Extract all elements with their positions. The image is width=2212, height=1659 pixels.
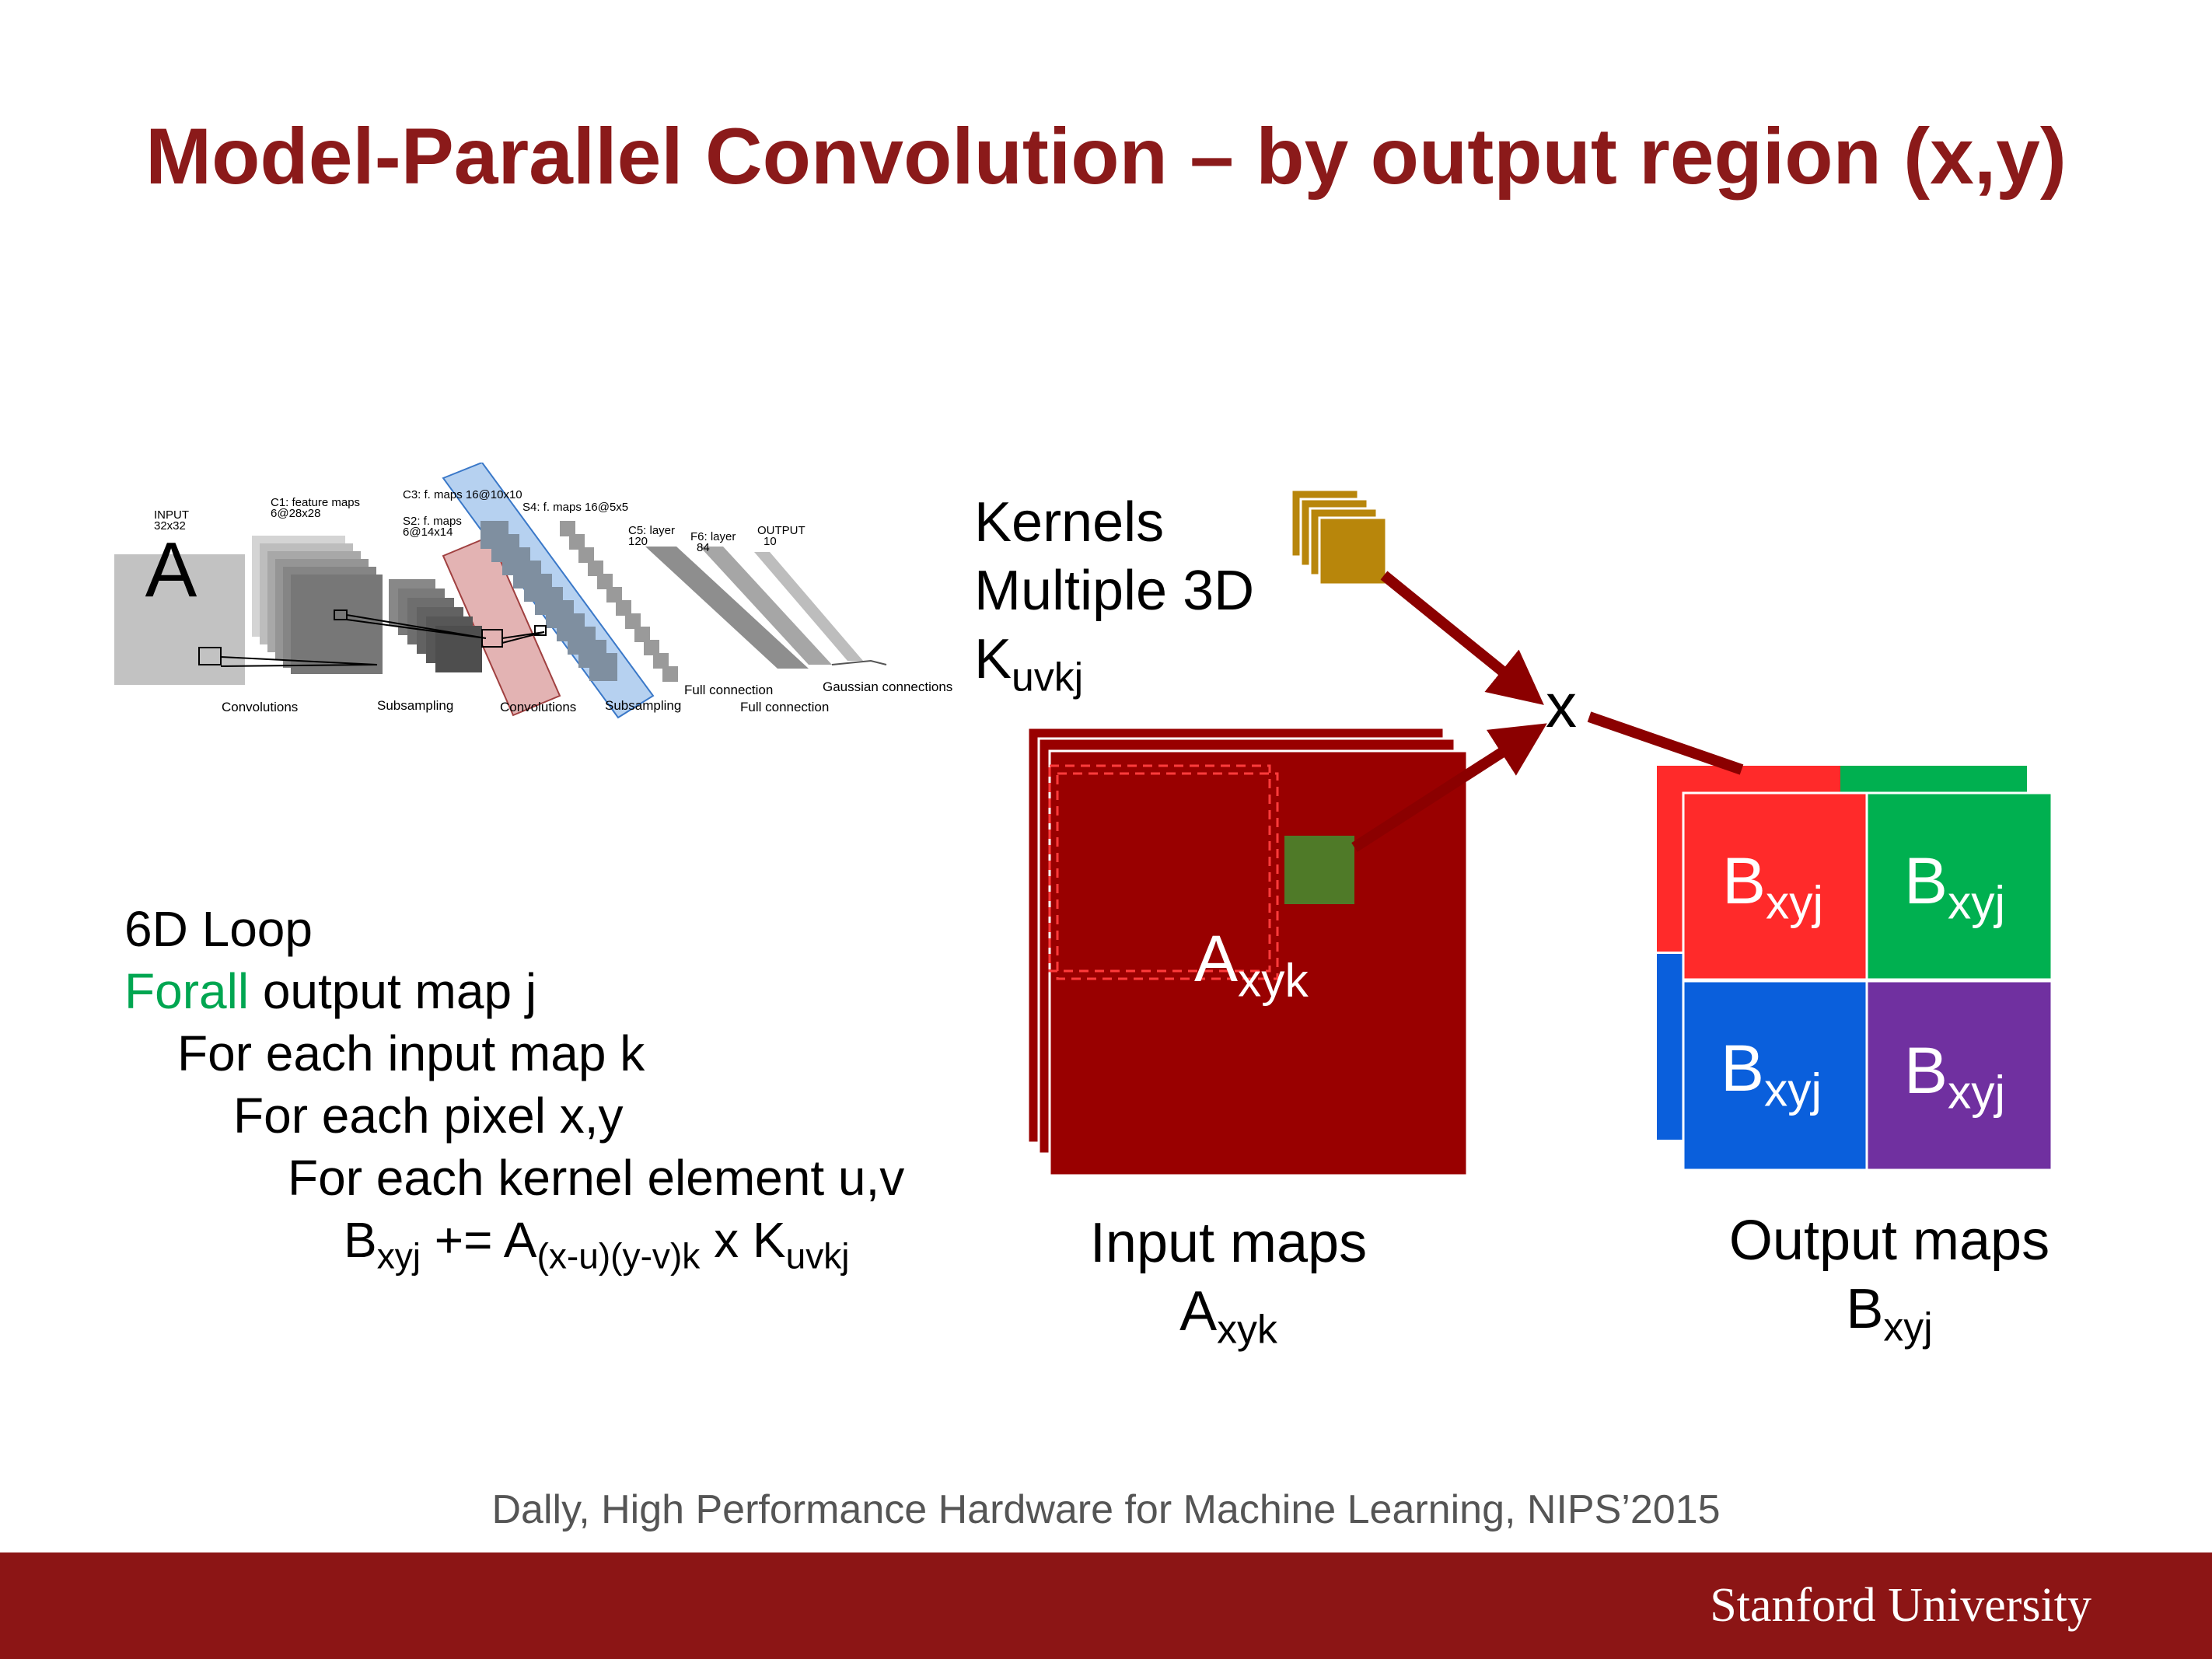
convolution-diagram	[1026, 488, 2053, 1177]
loop-line-2: Forall output map j	[124, 963, 537, 1019]
loop-equation: Bxyj += A(x-u)(y-v)k x Kuvkj	[344, 1212, 850, 1277]
input-map-label: Axyk	[1194, 922, 1309, 1007]
kernel-stack	[1290, 488, 1388, 586]
loop-line-4: For each pixel x,y	[233, 1088, 624, 1144]
citation: Dally, High Performance Hardware for Mac…	[491, 1487, 1721, 1532]
kernel-window	[1284, 836, 1354, 904]
output-map-label-purple: Bxyj	[1904, 1034, 2005, 1119]
forall-keyword: Forall	[124, 963, 250, 1019]
kernel-to-multiply-arrow	[1380, 571, 1544, 705]
loop-line-1: 6D Loop	[124, 901, 313, 957]
loop-line-5: For each kernel element u,v	[288, 1150, 905, 1206]
stanford-logo: Stanford University	[1710, 1579, 2091, 1632]
loop-pseudocode: 6D Loop Forall output map j For each inp…	[124, 898, 905, 1277]
output-map-label-blue: Bxyj	[1721, 1032, 1822, 1116]
output-map-label-green: Bxyj	[1904, 844, 2005, 929]
output-map-label-red: Bxyj	[1722, 844, 1823, 929]
multiply-symbol: x	[1546, 671, 1577, 740]
loop-line-3: For each input map k	[177, 1025, 645, 1081]
input-maps-caption: Input maps Axyk	[1089, 1212, 1368, 1352]
output-maps-caption: Output maps Bxyj	[1728, 1210, 2050, 1350]
multiply-to-output-arrow	[1587, 711, 1744, 775]
